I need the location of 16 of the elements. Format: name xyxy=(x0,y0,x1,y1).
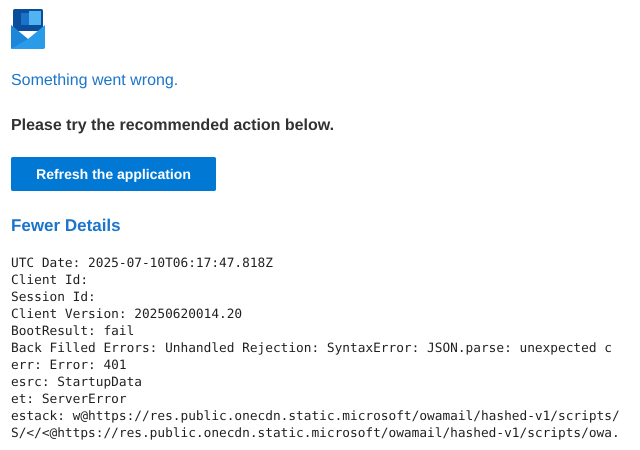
error-message: Please try the recommended action below. xyxy=(11,116,334,136)
refresh-button[interactable]: Refresh the application xyxy=(11,157,216,191)
detail-line: S/</<@https://res.public.onecdn.static.microsoft/owamail/hashed-v1/scripts/owa. xyxy=(11,425,620,442)
detail-line: estack: w@https://res.public.onecdn.static.microsoft/owamail/hashed-v1/scripts/ xyxy=(11,408,620,425)
detail-line: UTC Date: 2025-07-10T06:17:47.818Z xyxy=(11,255,273,272)
detail-line: Client Version: 20250620014.20 xyxy=(11,306,242,323)
detail-line: BootResult: fail xyxy=(11,323,134,340)
detail-line: Session Id: xyxy=(11,289,96,306)
detail-line: et: ServerError xyxy=(11,391,127,408)
detail-line: err: Error: 401 xyxy=(11,357,127,374)
fewer-details-link[interactable]: Fewer Details xyxy=(11,216,121,236)
envelope-logo-icon xyxy=(11,9,45,49)
error-heading: Something went wrong. xyxy=(11,71,178,91)
detail-line: Client Id: xyxy=(11,272,88,289)
detail-line: esrc: StartupData xyxy=(11,374,142,391)
detail-line: Back Filled Errors: Unhandled Rejection: SyntaxError: JSON.parse: unexpected c xyxy=(11,340,612,357)
